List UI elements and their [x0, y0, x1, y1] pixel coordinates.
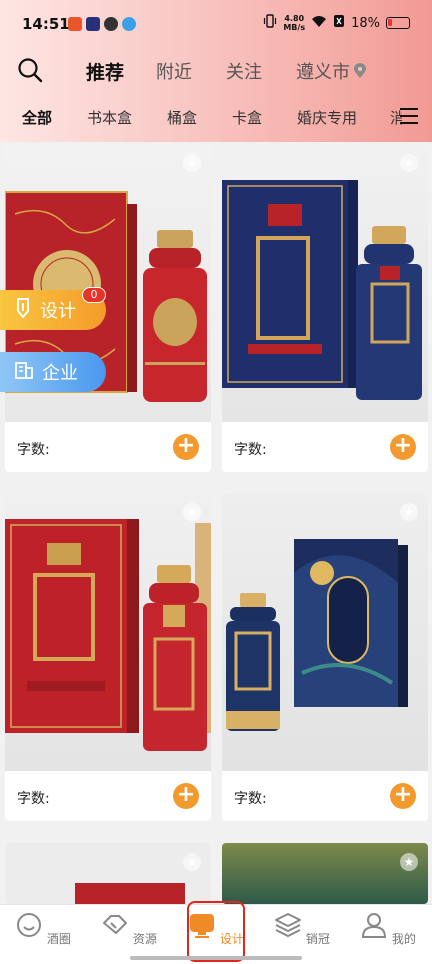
location-pin-icon	[353, 62, 367, 84]
user-icon	[362, 913, 387, 938]
status-right: 4.80 MB/s 18%	[263, 14, 410, 32]
home-indicator	[130, 956, 302, 960]
building-icon	[14, 360, 34, 385]
product-card[interactable]: ★ 字数: +	[222, 144, 428, 472]
notification-icons	[68, 17, 136, 31]
wifi-icon	[311, 15, 327, 32]
product-card-partial[interactable]: ★	[5, 843, 211, 904]
nav-label: 资源	[132, 932, 157, 946]
status-time: 14:51	[22, 15, 70, 33]
category-card-box[interactable]: 卡盒	[232, 107, 262, 128]
nav-label: 销冠	[305, 932, 330, 946]
tab-follow[interactable]: 关注	[226, 58, 262, 84]
battery-percent: 18%	[351, 15, 380, 31]
card-word-count-label: 字数:	[17, 442, 50, 458]
location-label: 遵义市	[296, 62, 350, 83]
card-word-count-label: 字数:	[234, 791, 267, 807]
app-notification-icon	[86, 17, 100, 31]
tab-nearby[interactable]: 附近	[156, 58, 192, 84]
card-word-count-label: 字数:	[17, 791, 50, 807]
add-button[interactable]: +	[390, 434, 416, 460]
card-word-count-label: 字数:	[234, 442, 267, 458]
favorite-star-icon[interactable]: ★	[183, 503, 201, 521]
category-wedding[interactable]: 婚庆专用	[297, 107, 357, 128]
menu-icon	[400, 108, 418, 124]
category-tube-box[interactable]: 桶盒	[167, 107, 197, 128]
status-bar: 14:51 4.80 MB/s 18%	[0, 0, 432, 50]
product-image: ★	[5, 843, 211, 904]
favorite-star-icon[interactable]: ★	[400, 853, 418, 871]
favorite-star-icon[interactable]: ★	[400, 154, 418, 172]
net-speed: 4.80 MB/s	[283, 14, 305, 32]
add-button[interactable]: +	[173, 783, 199, 809]
product-image: ★	[222, 843, 428, 904]
product-image: ★	[5, 493, 211, 771]
design-count-badge: 0	[82, 287, 106, 303]
nav-label: 我的	[391, 932, 416, 946]
nav-label: 酒圈	[46, 932, 71, 946]
app-notification-icon	[68, 17, 82, 31]
battery-icon	[386, 17, 410, 29]
floating-design-label: 设计	[40, 301, 76, 322]
product-image: ★	[222, 493, 428, 771]
favorite-star-icon[interactable]: ★	[183, 853, 201, 871]
nav-item-sales[interactable]: 销冠	[267, 911, 337, 947]
nav-item-resources[interactable]: 资源	[94, 911, 164, 947]
tab-recommend[interactable]: 推荐	[86, 58, 124, 85]
layers-icon	[275, 913, 302, 938]
category-book-box[interactable]: 书本盒	[87, 107, 132, 128]
favorite-star-icon[interactable]: ★	[183, 154, 201, 172]
category-bar: 全部 书本盒 桶盒 卡盒 婚庆专用 消	[0, 103, 432, 133]
card-footer: 字数: +	[222, 771, 428, 821]
top-nav: 推荐 附近 关注 遵义市	[0, 50, 432, 90]
card-footer: 字数: +	[5, 771, 211, 821]
nav-item-circle[interactable]: 酒圈	[8, 911, 78, 947]
floating-company-label: 企业	[42, 363, 78, 384]
product-card[interactable]: ★ 字数: +	[5, 493, 211, 821]
search-button[interactable]	[16, 56, 44, 84]
add-button[interactable]: +	[390, 783, 416, 809]
sim-icon	[333, 14, 345, 32]
net-speed-value: 4.80	[284, 14, 305, 23]
app-notification-icon	[122, 17, 136, 31]
favorite-star-icon[interactable]: ★	[400, 503, 418, 521]
product-card[interactable]: ★ 字数: +	[222, 493, 428, 821]
card-footer: 字数: +	[222, 422, 428, 472]
floating-company-button[interactable]: 企业	[0, 352, 106, 392]
nav-highlight-frame	[187, 901, 245, 962]
add-button[interactable]: +	[173, 434, 199, 460]
card-footer: 字数: +	[5, 422, 211, 472]
category-all[interactable]: 全部	[22, 107, 52, 128]
product-image: ★	[222, 144, 428, 422]
handshake-icon	[103, 915, 128, 934]
vibrate-icon	[263, 14, 277, 32]
smile-circle-icon	[17, 913, 42, 937]
category-menu-button[interactable]	[398, 105, 420, 127]
search-icon	[18, 58, 43, 83]
app-notification-icon	[104, 17, 118, 31]
net-speed-unit: MB/s	[283, 23, 306, 32]
product-card-partial[interactable]: ★	[222, 843, 428, 904]
nav-item-mine[interactable]: 我的	[353, 911, 423, 947]
pen-icon	[14, 297, 32, 324]
tab-location[interactable]: 遵义市	[296, 58, 367, 84]
